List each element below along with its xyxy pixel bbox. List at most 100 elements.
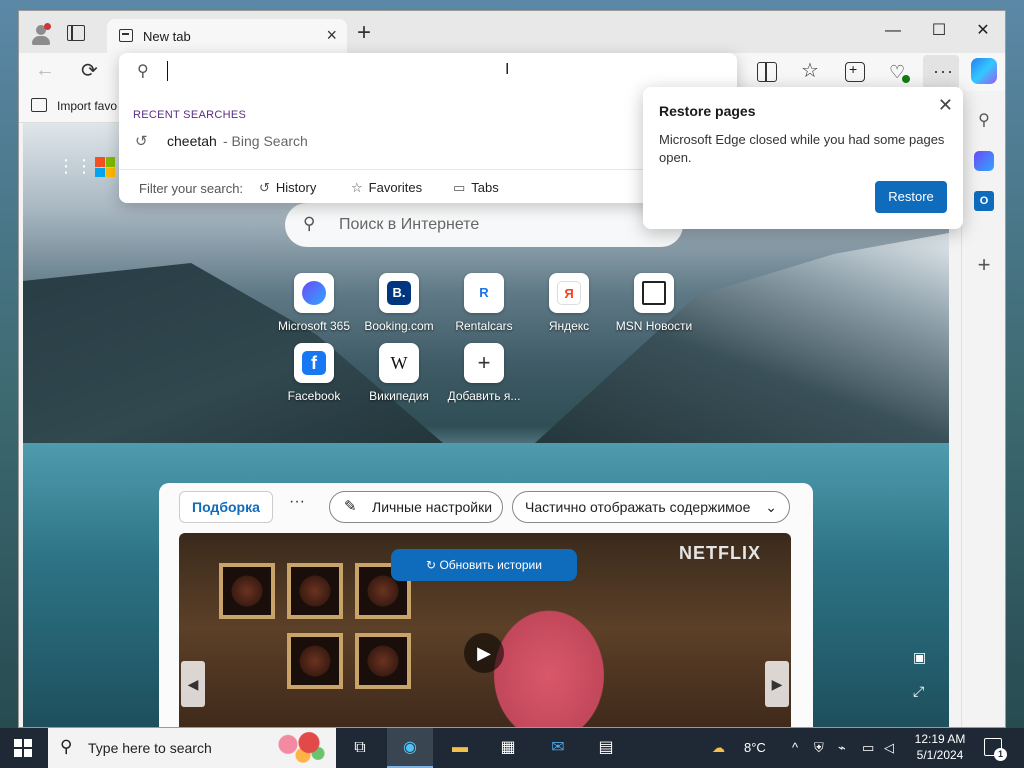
feed-tab-selection[interactable]: Подборка [179, 491, 273, 523]
mouse-ibeam-cursor: I [505, 61, 510, 78]
filter-label: Filter your search: [139, 181, 244, 196]
personalize-button[interactable]: ✎ Личные настройки [329, 491, 503, 523]
history-icon: ↺ [259, 180, 270, 195]
play-icon[interactable]: ▶ [464, 633, 504, 673]
search-highlight-image [270, 730, 330, 766]
status-dot [902, 75, 910, 83]
edge-sidebar: ⚲ O + ⚙ [961, 91, 1005, 727]
mail-icon[interactable]: ✉ [544, 734, 572, 762]
maximize-button[interactable]: ☐ [917, 17, 961, 45]
tab-strip: New tab × + — ☐ ✕ [19, 11, 1005, 53]
sidebar-m365-icon[interactable] [974, 151, 994, 171]
content-display-label: Частично отображать содержимое [525, 499, 751, 515]
favorites-icon[interactable]: ☆ [801, 61, 821, 82]
refresh-icon[interactable]: ⟳ [81, 58, 98, 83]
carousel-next-button[interactable]: ▶ [765, 661, 789, 707]
personalize-icon: ✎ [344, 498, 357, 515]
split-screen-icon[interactable] [757, 62, 777, 82]
sidebar-outlook-icon[interactable]: O [974, 191, 994, 211]
network-icon[interactable]: ⌁ [838, 728, 846, 768]
new-tab-button[interactable]: + [357, 21, 371, 45]
expand-icon[interactable]: ⤢ [913, 683, 924, 700]
restore-button[interactable]: Restore [875, 181, 947, 213]
weather-temperature[interactable]: 8°C [744, 728, 766, 768]
close-icon[interactable]: ✕ [938, 95, 953, 116]
quick-link-label: Википедия [369, 389, 429, 403]
quick-link-microsoft365[interactable]: Microsoft 365 [269, 273, 359, 333]
quick-link-yandex[interactable]: Я Яндекс [524, 273, 614, 333]
weather-icon[interactable]: ☁ [712, 728, 725, 768]
filter-history-button[interactable]: ↺ History [259, 180, 316, 196]
filter-tabs-button[interactable]: ▭ Tabs [453, 180, 499, 196]
back-icon[interactable]: ← [35, 59, 55, 82]
recent-searches-heading: RECENT SEARCHES [133, 109, 247, 121]
show-hidden-icons-icon[interactable]: ^ [792, 728, 798, 768]
filter-favorites-button[interactable]: ☆ Favorites [351, 180, 422, 196]
facebook-icon: f [302, 351, 326, 375]
wikipedia-icon: W [390, 353, 408, 373]
settings-more-button[interactable]: ··· [923, 55, 959, 89]
carousel-prev-button[interactable]: ◀ [181, 661, 205, 707]
add-quick-link[interactable]: + Добавить я... [439, 343, 529, 403]
edge-window: New tab × + — ☐ ✕ ← ⟳ ☆ ♡ ··· Import fav… [18, 10, 1006, 728]
news-feed: Подборка ··· ✎ Личные настройки Частично… [159, 483, 813, 727]
quick-link-wikipedia[interactable]: W Википедия [354, 343, 444, 403]
defender-icon[interactable]: ⛨ [814, 728, 824, 768]
gold-record-decoration [287, 563, 343, 619]
feed-more-icon[interactable]: ··· [289, 493, 305, 511]
quick-link-facebook[interactable]: f Facebook [269, 343, 359, 403]
gold-record-decoration [219, 563, 275, 619]
search-icon: ⚲ [303, 214, 316, 233]
start-button[interactable] [14, 739, 32, 757]
text-caret [167, 61, 168, 81]
sidebar-search-icon[interactable]: ⚲ [974, 111, 994, 131]
quick-link-booking[interactable]: B. Booking.com [354, 273, 444, 333]
import-favorites-link[interactable]: Import favo [57, 99, 117, 113]
recent-search-term: cheetah [167, 133, 217, 149]
close-window-button[interactable]: ✕ [961, 17, 1005, 45]
copilot-icon[interactable] [971, 58, 997, 84]
profile-icon[interactable] [29, 23, 53, 47]
favorites-icon: ☆ [351, 180, 363, 195]
restore-message: Microsoft Edge closed while you had some… [659, 132, 945, 165]
task-view-icon[interactable]: ⧉ [346, 734, 374, 762]
hero-video-card[interactable]: NETFLIX ↻ Обновить истории ▶ ◀ ▶ [179, 533, 791, 727]
tab-actions-icon[interactable] [67, 25, 85, 41]
taskbar-clock[interactable]: 12:19 AM 5/1/2024 [904, 731, 976, 763]
search-icon: ⚲ [60, 737, 73, 756]
quick-link-label: Rentalcars [455, 319, 513, 333]
store-icon[interactable]: ▦ [494, 734, 522, 762]
gold-record-decoration [355, 633, 411, 689]
quick-link-label: Яндекс [548, 319, 590, 333]
refresh-stories-label: Обновить истории [439, 558, 542, 572]
notepad-app-icon[interactable]: ▤ [592, 734, 620, 762]
address-bar-input[interactable]: ⚲ I [119, 53, 737, 89]
tab-newtab[interactable]: New tab × [107, 19, 347, 53]
minimize-button[interactable]: — [871, 17, 915, 45]
microsoft-logo [95, 157, 115, 177]
display-icon[interactable]: ▭ [862, 728, 874, 768]
edge-icon[interactable]: ◉ [396, 734, 424, 762]
content-display-dropdown[interactable]: Частично отображать содержимое ⌄ [512, 491, 790, 523]
sidebar-add-icon[interactable]: + [974, 254, 994, 276]
image-info-icon[interactable]: ▣ [913, 649, 926, 666]
app-launcher-icon[interactable]: ⋮⋮⋮ [57, 157, 111, 177]
quick-link-rentalcars[interactable]: R Rentalcars [439, 273, 529, 333]
collections-icon[interactable] [845, 61, 865, 82]
restore-title: Restore pages [659, 103, 756, 119]
taskbar-search-box[interactable]: ⚲ Type here to search [48, 728, 336, 768]
taskbar: ⚲ Type here to search ⧉ ◉ ▬ ▦ ✉ ▤ ☁ 8°C … [0, 728, 1024, 768]
quick-link-label: Microsoft 365 [277, 319, 351, 333]
refresh-stories-button[interactable]: ↻ Обновить истории [391, 549, 577, 581]
newtab-icon [119, 29, 133, 42]
web-search-box[interactable]: ⚲ Поиск в Интернете [285, 203, 683, 247]
file-explorer-icon[interactable]: ▬ [446, 734, 474, 762]
add-icon: + [477, 350, 491, 375]
netflix-logo: NETFLIX [679, 543, 761, 563]
quick-link-msn[interactable]: MSN Новости [609, 273, 699, 333]
restore-pages-popup: Restore pages ✕ Microsoft Edge closed wh… [643, 87, 963, 229]
volume-icon[interactable]: ◁ [884, 728, 894, 768]
rentalcars-icon: R [479, 285, 489, 300]
close-tab-icon[interactable]: × [326, 26, 337, 44]
taskbar-search-placeholder: Type here to search [88, 740, 212, 756]
